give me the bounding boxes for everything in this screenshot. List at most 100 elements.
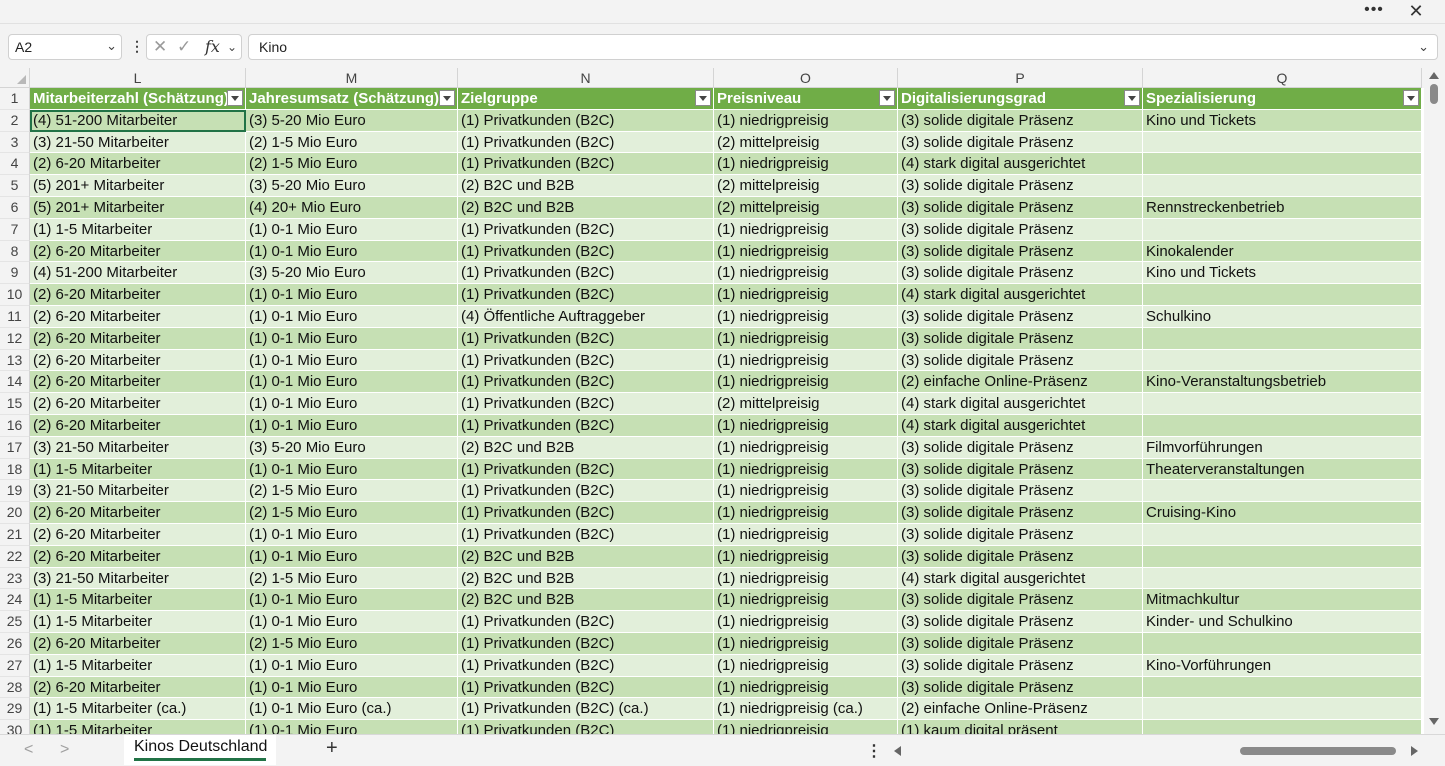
cell-m[interactable]: (2) 1-5 Mio Euro xyxy=(246,480,458,503)
cell-q[interactable]: Kino-Vorführungen xyxy=(1143,654,1422,677)
cell-m[interactable]: (1) 0-1 Mio Euro xyxy=(246,240,458,263)
cell-l[interactable]: (5) 201+ Mitarbeiter xyxy=(30,197,246,219)
row-header[interactable]: 19 xyxy=(0,480,30,503)
row-header[interactable]: 9 xyxy=(0,262,30,285)
row-header[interactable]: 15 xyxy=(0,393,30,415)
filter-dropdown-icon[interactable] xyxy=(695,90,711,106)
vertical-scrollbar[interactable] xyxy=(1424,68,1445,734)
add-sheet-icon[interactable]: + xyxy=(326,737,338,760)
cell-q[interactable] xyxy=(1143,545,1422,568)
cell-l[interactable]: (1) 1-5 Mitarbeiter xyxy=(30,589,246,612)
vertical-dots-icon[interactable]: ⋮ xyxy=(866,741,882,761)
name-box[interactable]: A2 ⌄ xyxy=(8,34,122,60)
cell-n[interactable]: (1) Privatkunden (B2C) xyxy=(458,676,714,699)
insert-function-icon[interactable]: fx xyxy=(205,37,220,56)
prev-sheet-icon[interactable]: < xyxy=(24,741,33,759)
cell-m[interactable]: (4) 20+ Mio Euro xyxy=(246,197,458,219)
row-header[interactable]: 8 xyxy=(0,240,30,263)
cell-m[interactable]: (2) 1-5 Mio Euro xyxy=(246,502,458,524)
cell-q[interactable] xyxy=(1143,218,1422,241)
cell-q[interactable]: Kinder- und Schulkino xyxy=(1143,611,1422,633)
cell-l[interactable]: (1) 1-5 Mitarbeiter xyxy=(30,458,246,481)
cell-o[interactable]: (1) niedrigpreisig xyxy=(714,306,898,328)
cell-o[interactable]: (1) niedrigpreisig (ca.) xyxy=(714,698,898,721)
cell-p[interactable]: (3) solide digitale Präsenz xyxy=(898,480,1143,503)
cell-o[interactable]: (1) niedrigpreisig xyxy=(714,415,898,437)
cell-o[interactable]: (1) niedrigpreisig xyxy=(714,262,898,285)
cell-l[interactable]: (1) 1-5 Mitarbeiter xyxy=(30,611,246,633)
cell-m[interactable]: (1) 0-1 Mio Euro xyxy=(246,327,458,350)
cell-m[interactable]: (1) 0-1 Mio Euro (ca.) xyxy=(246,698,458,721)
cell-n[interactable]: (1) Privatkunden (B2C) xyxy=(458,349,714,372)
cell-n[interactable]: (2) B2C und B2B xyxy=(458,567,714,590)
row-header[interactable]: 17 xyxy=(0,436,30,459)
cell-p[interactable]: (3) solide digitale Präsenz xyxy=(898,109,1143,132)
filter-dropdown-icon[interactable] xyxy=(1124,90,1140,106)
cell-n[interactable]: (1) Privatkunden (B2C) xyxy=(458,415,714,437)
cell-o[interactable]: (1) niedrigpreisig xyxy=(714,480,898,503)
cell-m[interactable]: (1) 0-1 Mio Euro xyxy=(246,415,458,437)
row-header[interactable]: 3 xyxy=(0,131,30,154)
select-all-corner[interactable] xyxy=(0,68,30,88)
cell-n[interactable]: (1) Privatkunden (B2C) xyxy=(458,153,714,176)
cell-q[interactable] xyxy=(1143,131,1422,154)
column-header-p[interactable]: P xyxy=(898,68,1143,88)
row-header[interactable]: 25 xyxy=(0,611,30,633)
cell-m[interactable]: (1) 0-1 Mio Euro xyxy=(246,611,458,633)
cell-o[interactable]: (1) niedrigpreisig xyxy=(714,240,898,263)
cell-p[interactable]: (3) solide digitale Präsenz xyxy=(898,327,1143,350)
cell-q[interactable]: Kino-Veranstaltungsbetrieb xyxy=(1143,371,1422,394)
cell-q[interactable] xyxy=(1143,349,1422,372)
cell-l[interactable]: (2) 6-20 Mitarbeiter xyxy=(30,306,246,328)
cell-n[interactable]: (1) Privatkunden (B2C) xyxy=(458,284,714,306)
row-header[interactable]: 24 xyxy=(0,589,30,612)
header-cell-q[interactable]: Spezialisierung xyxy=(1143,88,1422,110)
cell-p[interactable]: (3) solide digitale Präsenz xyxy=(898,676,1143,699)
cell-n[interactable]: (2) B2C und B2B xyxy=(458,197,714,219)
cell-q[interactable] xyxy=(1143,567,1422,590)
cell-o[interactable]: (2) mittelpreisig xyxy=(714,131,898,154)
cell-p[interactable]: (3) solide digitale Präsenz xyxy=(898,240,1143,263)
formula-input[interactable]: Kino ⌄ xyxy=(248,34,1438,60)
cell-q[interactable] xyxy=(1143,327,1422,350)
cell-m[interactable]: (2) 1-5 Mio Euro xyxy=(246,131,458,154)
row-header[interactable]: 11 xyxy=(0,306,30,328)
cell-q[interactable] xyxy=(1143,153,1422,176)
row-header[interactable]: 1 xyxy=(0,88,30,110)
cell-q[interactable]: Kinokalender xyxy=(1143,240,1422,263)
cell-o[interactable]: (1) niedrigpreisig xyxy=(714,502,898,524)
expand-formula-icon[interactable]: ⌄ xyxy=(1418,39,1429,55)
cell-o[interactable]: (2) mittelpreisig xyxy=(714,175,898,197)
cell-l[interactable]: (3) 21-50 Mitarbeiter xyxy=(30,567,246,590)
cell-n[interactable]: (4) Öffentliche Auftraggeber xyxy=(458,306,714,328)
cell-m[interactable]: (1) 0-1 Mio Euro xyxy=(246,393,458,415)
row-header[interactable]: 12 xyxy=(0,327,30,350)
cell-l[interactable]: (2) 6-20 Mitarbeiter xyxy=(30,633,246,655)
cell-p[interactable]: (1) kaum digital präsent xyxy=(898,720,1143,734)
cell-l[interactable]: (2) 6-20 Mitarbeiter xyxy=(30,153,246,176)
row-header[interactable]: 16 xyxy=(0,415,30,437)
cell-o[interactable]: (1) niedrigpreisig xyxy=(714,458,898,481)
cell-o[interactable]: (1) niedrigpreisig xyxy=(714,611,898,633)
cell-o[interactable]: (1) niedrigpreisig xyxy=(714,349,898,372)
cell-l[interactable]: (3) 21-50 Mitarbeiter xyxy=(30,131,246,154)
cell-m[interactable]: (1) 0-1 Mio Euro xyxy=(246,654,458,677)
close-icon[interactable]: ✕ xyxy=(1404,0,1428,22)
check-icon[interactable]: ✓ xyxy=(177,37,191,57)
cell-q[interactable] xyxy=(1143,698,1422,721)
cell-m[interactable]: (1) 0-1 Mio Euro xyxy=(246,371,458,394)
column-header-o[interactable]: O xyxy=(714,68,898,88)
row-header[interactable]: 5 xyxy=(0,175,30,197)
scroll-left-icon[interactable] xyxy=(894,746,901,756)
cell-l[interactable]: (2) 6-20 Mitarbeiter xyxy=(30,371,246,394)
cell-l[interactable]: (5) 201+ Mitarbeiter xyxy=(30,175,246,197)
cell-n[interactable]: (1) Privatkunden (B2C) (ca.) xyxy=(458,698,714,721)
row-header[interactable]: 20 xyxy=(0,502,30,524)
row-header[interactable]: 21 xyxy=(0,524,30,546)
cell-n[interactable]: (1) Privatkunden (B2C) xyxy=(458,654,714,677)
cell-p[interactable]: (3) solide digitale Präsenz xyxy=(898,589,1143,612)
cell-q[interactable] xyxy=(1143,415,1422,437)
cell-o[interactable]: (1) niedrigpreisig xyxy=(714,654,898,677)
cell-m[interactable]: (1) 0-1 Mio Euro xyxy=(246,349,458,372)
cell-n[interactable]: (1) Privatkunden (B2C) xyxy=(458,458,714,481)
